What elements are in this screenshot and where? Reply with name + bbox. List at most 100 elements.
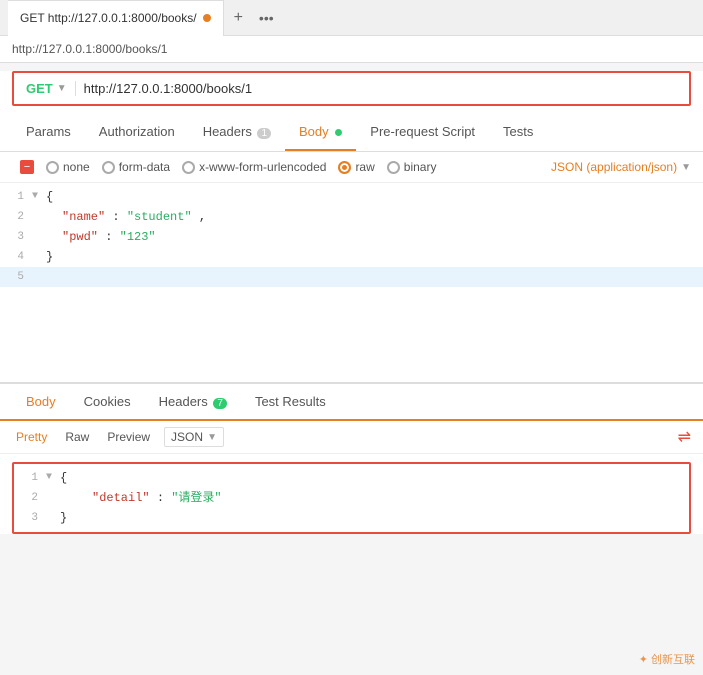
raw-label: Raw (65, 430, 89, 444)
resp-brace-open: { (60, 469, 67, 487)
method-select[interactable]: GET ▼ (26, 81, 76, 96)
json-format-select[interactable]: JSON (application/json) ▼ (551, 160, 691, 174)
chevron-down-icon: ▼ (57, 83, 67, 94)
url-bar: http://127.0.0.1:8000/books/1 (0, 36, 703, 63)
resp-key-detail: "detail" (92, 491, 150, 505)
resp-code-line-1: 1 ▼ { (14, 468, 689, 488)
request-tabs: Params Authorization Headers 1 Body Pre-… (0, 114, 703, 152)
params-label: Params (26, 124, 71, 139)
headers-label: Headers (203, 124, 252, 139)
option-none-label: none (63, 160, 90, 174)
response-section: Body Cookies Headers 7 Test Results Pret… (0, 384, 703, 534)
resp-line-num-2: 2 (14, 489, 46, 507)
method-label: GET (26, 81, 53, 96)
option-form-data-label: form-data (119, 160, 170, 174)
tab-label: GET http://127.0.0.1:8000/books/ (20, 11, 197, 25)
request-section: GET ▼ Params Authorization Headers 1 Bod… (0, 71, 703, 384)
line-num-3: 3 (0, 228, 32, 246)
resp-format-preview[interactable]: Preview (103, 428, 154, 446)
preview-label: Preview (107, 430, 150, 444)
option-raw[interactable]: raw (338, 160, 374, 174)
radio-raw (338, 161, 351, 174)
pre-request-label: Pre-request Script (370, 124, 475, 139)
line-num-1: 1 (0, 188, 32, 206)
body-label: Body (299, 124, 329, 139)
option-binary[interactable]: binary (387, 160, 437, 174)
option-urlencoded[interactable]: x-www-form-urlencoded (182, 160, 326, 174)
resp-arrow-1: ▼ (46, 469, 60, 487)
resp-format-raw[interactable]: Raw (61, 428, 93, 446)
more-tabs-button[interactable]: ••• (253, 10, 280, 26)
line-num-5: 5 (0, 268, 32, 286)
new-tab-button[interactable]: + (224, 9, 253, 27)
request-row: GET ▼ (12, 71, 691, 106)
json-format-label: JSON (application/json) (551, 160, 677, 174)
resp-headers-badge: 7 (213, 398, 227, 409)
line-num-4: 4 (0, 248, 32, 266)
line-num-2: 2 (0, 208, 32, 226)
code-key-pwd: "pwd" (62, 230, 98, 244)
pretty-label: Pretty (16, 430, 47, 444)
request-tab[interactable]: GET http://127.0.0.1:8000/books/ (8, 0, 224, 36)
resp-json-select[interactable]: JSON ▼ (164, 427, 224, 447)
tab-bar: GET http://127.0.0.1:8000/books/ + ••• (0, 0, 703, 36)
option-urlencoded-label: x-www-form-urlencoded (199, 160, 326, 174)
url-display: http://127.0.0.1:8000/books/1 (12, 42, 167, 56)
resp-json-chevron-icon: ▼ (207, 432, 217, 443)
headers-badge: 1 (257, 128, 271, 139)
radio-urlencoded (182, 161, 195, 174)
option-form-data[interactable]: form-data (102, 160, 170, 174)
response-code-block: 1 ▼ { 2 "detail" : "请登录" 3 } (12, 462, 691, 534)
code-line-2: 2 "name" : "student" , (0, 207, 703, 227)
minus-button[interactable]: − (20, 160, 34, 174)
brace-open: { (46, 188, 53, 206)
tab-headers[interactable]: Headers 1 (189, 114, 285, 151)
radio-binary (387, 161, 400, 174)
code-line-3: 3 "pwd" : "123" (0, 227, 703, 247)
resp-format-pretty[interactable]: Pretty (12, 428, 51, 446)
request-body-editor[interactable]: 1 ▼ { 2 "name" : "student" , 3 "pwd" : "… (0, 183, 703, 383)
cursor (46, 268, 53, 286)
resp-code-line-3: 3 } (14, 508, 689, 528)
tab-pre-request[interactable]: Pre-request Script (356, 114, 489, 151)
resp-json-label: JSON (171, 430, 203, 444)
resp-tab-test-results[interactable]: Test Results (241, 384, 340, 421)
resp-code-line-2: 2 "detail" : "请登录" (14, 488, 689, 508)
response-tabs: Body Cookies Headers 7 Test Results (0, 384, 703, 421)
line-arrow-1: ▼ (32, 188, 46, 206)
option-none[interactable]: none (46, 160, 90, 174)
url-input[interactable] (84, 81, 677, 96)
resp-tab-body[interactable]: Body (12, 384, 70, 421)
tab-body[interactable]: Body (285, 114, 356, 151)
resp-line-num-3: 3 (14, 509, 46, 527)
resp-value-detail: "请登录" (171, 491, 221, 505)
tab-params[interactable]: Params (12, 114, 85, 151)
resp-brace-close: } (60, 509, 67, 527)
resp-line-num-1: 1 (14, 469, 46, 487)
code-value-student: "student" (127, 210, 192, 224)
body-dot-green (335, 129, 342, 136)
radio-none (46, 161, 59, 174)
option-binary-label: binary (404, 160, 437, 174)
tab-tests[interactable]: Tests (489, 114, 547, 151)
body-options: − none form-data x-www-form-urlencoded r… (0, 152, 703, 183)
tab-authorization[interactable]: Authorization (85, 114, 189, 151)
json-chevron-icon: ▼ (681, 162, 691, 173)
code-line-4: 4 } (0, 247, 703, 267)
wrap-button[interactable]: ⇌ (678, 427, 691, 447)
code-line-1: 1 ▼ { (0, 187, 703, 207)
code-value-123: "123" (120, 230, 156, 244)
resp-tab-cookies[interactable]: Cookies (70, 384, 145, 421)
watermark: ✦ 创新互联 (639, 651, 695, 667)
brace-close: } (46, 248, 53, 266)
resp-tab-headers[interactable]: Headers 7 (145, 384, 241, 421)
radio-form-data (102, 161, 115, 174)
resp-body-label: Body (26, 394, 56, 409)
code-key-name: "name" (62, 210, 105, 224)
authorization-label: Authorization (99, 124, 175, 139)
resp-cookies-label: Cookies (84, 394, 131, 409)
code-line-5: 5 (0, 267, 703, 287)
tests-label: Tests (503, 124, 533, 139)
resp-headers-label: Headers (159, 394, 208, 409)
resp-test-results-label: Test Results (255, 394, 326, 409)
